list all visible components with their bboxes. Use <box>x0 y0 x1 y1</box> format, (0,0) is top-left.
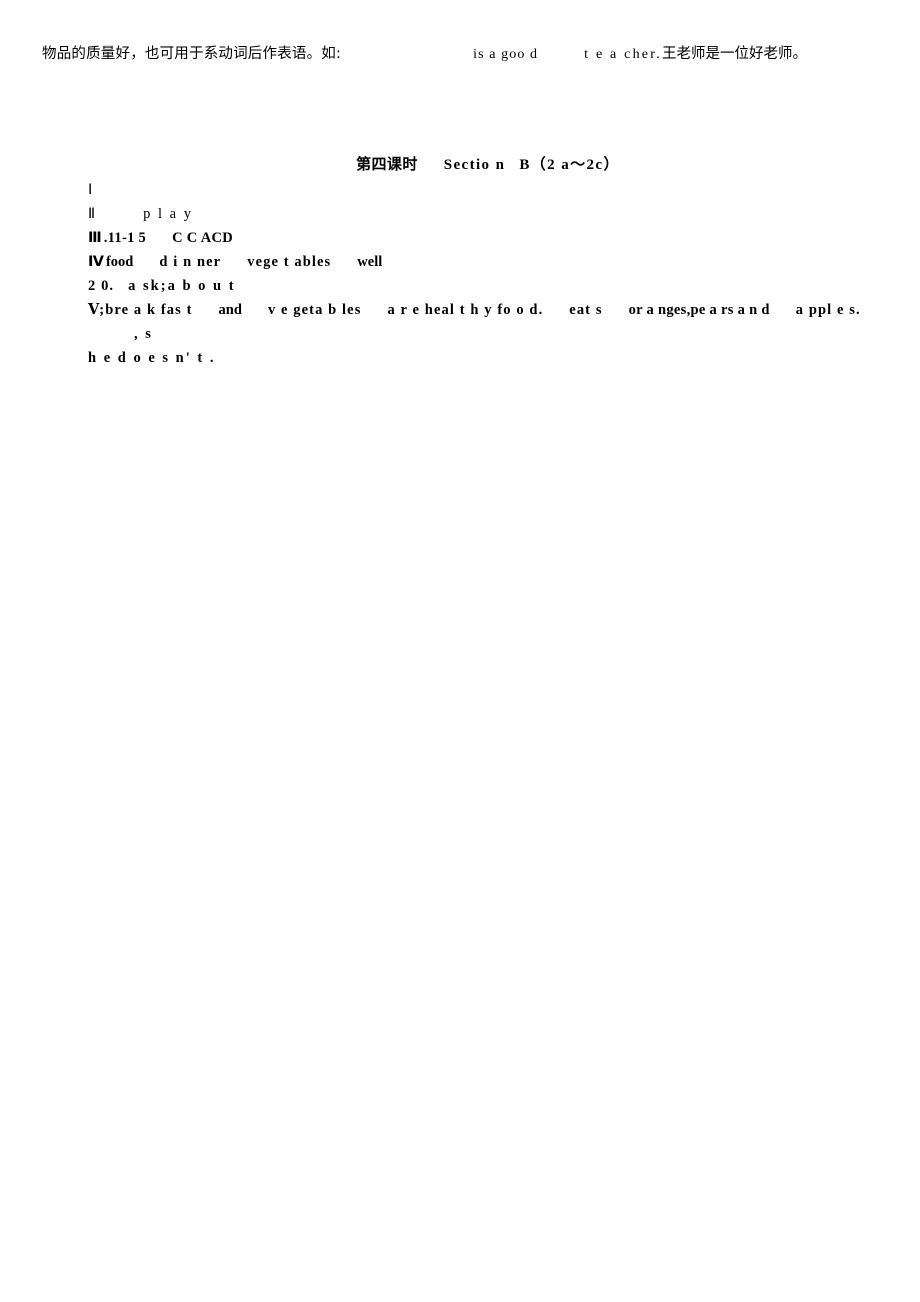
answer-part-6-9: h e d o e s n' t . <box>88 350 216 366</box>
answer-line-4: Ⅳfood d i n ner vege t ables well <box>88 250 880 274</box>
answer-numeral-2: Ⅱ <box>88 206 96 222</box>
top-note-chinese-lead: 物品的质量好，也可用于系动词后作表语。如: <box>42 46 342 62</box>
answer-numeral-6: Ⅴ <box>88 302 100 318</box>
answer-part-6-1: ;bre a k fas t <box>99 302 193 318</box>
answer-key-block: Ⅰ Ⅱp l a y Ⅲ .11-1 5 C C ACD Ⅳfood d i n ne… <box>88 178 880 370</box>
top-note-chinese-tail: 王老师是一位好老师。 <box>662 46 807 62</box>
answer-line-3: Ⅲ .11-1 5 C C ACD <box>88 226 880 250</box>
answer-part-6-5: eat s <box>569 302 603 318</box>
document-page: 物品的质量好，也可用于系动词后作表语。如: is a goo d t e a che… <box>0 0 920 1302</box>
answer-content-3: C C ACD <box>172 230 234 246</box>
answer-part-6-8: , s <box>134 326 153 342</box>
answer-numeral-1: Ⅰ <box>88 182 93 198</box>
answer-line-5: 2 0. a sk;a b o u t <box>88 274 880 298</box>
section-heading: 第四课时 Sectio n B（2 a～2c） <box>0 153 920 174</box>
answer-numeral-4: Ⅳ <box>88 254 104 270</box>
section-label: Sectio n <box>443 157 506 173</box>
top-note-english-fragment-2: t e a cher. <box>584 47 662 62</box>
answer-content-5: a sk;a b o u t <box>128 278 236 294</box>
answer-content-2: p l a y <box>143 206 193 222</box>
answer-part-6-7: a ppl e s. <box>795 302 861 318</box>
lesson-label: 第四课时 <box>356 155 418 173</box>
answer-line-1: Ⅰ <box>88 178 880 202</box>
answer-part-6-6: or a nges,pe a rs a n d <box>628 302 770 318</box>
answer-line-6: Ⅴ;bre a k fas t and v e geta b les a r e he… <box>88 298 872 370</box>
answer-word-4-4: well <box>357 254 383 270</box>
answer-numeral-3: Ⅲ <box>88 230 102 246</box>
section-letter: B（2 a～2c） <box>519 157 620 173</box>
answer-item-number-5: 2 0. <box>88 278 115 294</box>
top-note-paragraph: 物品的质量好，也可用于系动词后作表语。如: is a goo d t e a che… <box>42 44 878 65</box>
answer-part-6-3: v e geta b les <box>267 302 362 318</box>
answer-line-7: h e d o e s n' t . <box>88 346 872 370</box>
answer-line-2: Ⅱp l a y <box>88 202 880 226</box>
answer-word-4-3: vege t ables <box>247 254 332 270</box>
answer-word-4-2: d i n ner <box>159 254 222 270</box>
top-note-english-fragment-1: is a goo d <box>473 47 539 62</box>
answer-word-4-1: food <box>105 254 134 270</box>
answer-part-6-2: and <box>218 302 242 318</box>
answer-part-6-4: a r e heal t h y fo o d. <box>387 302 544 318</box>
answer-range-3: .11-1 5 <box>103 230 147 246</box>
